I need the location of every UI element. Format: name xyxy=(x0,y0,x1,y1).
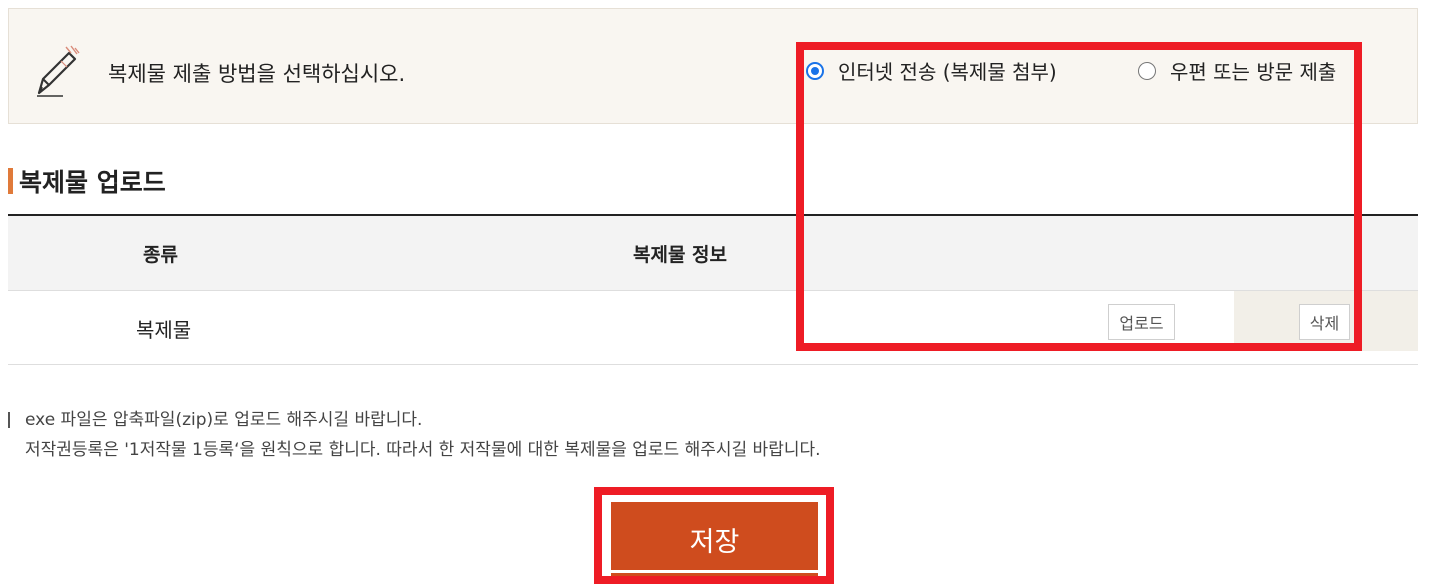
radio-mail-or-visit-label: 우편 또는 방문 제출 xyxy=(1170,60,1337,84)
radio-button-checked[interactable] xyxy=(806,61,824,80)
table-row: 복제물 업로드 삭제 xyxy=(8,291,1418,365)
note-marker xyxy=(8,412,10,428)
radio-internet-upload-label: 인터넷 전송 (복제물 첨부) xyxy=(838,60,1057,84)
radio-mail-or-visit[interactable]: 우편 또는 방문 제출 xyxy=(1138,56,1336,85)
section-title: 복제물 업로드 xyxy=(8,166,166,197)
delete-button[interactable]: 삭제 xyxy=(1299,304,1350,340)
submission-method-radio-group: 인터넷 전송 (복제물 첨부) 우편 또는 방문 제출 xyxy=(806,56,1366,85)
upload-table: 종류 복제물 정보 복제물 업로드 삭제 xyxy=(8,214,1418,365)
row-type-label: 복제물 xyxy=(136,317,192,342)
submission-method-prompt: 복제물 제출 방법을 선택하십시오. xyxy=(108,62,406,86)
radio-button-unchecked[interactable] xyxy=(1138,61,1156,80)
upload-button[interactable]: 업로드 xyxy=(1108,304,1175,340)
notes: exe 파일은 압축파일(zip)로 업로드 해주시길 바랍니다. 저작권등록은… xyxy=(8,405,821,465)
column-header-info: 복제물 정보 xyxy=(633,244,728,266)
section-title-accent-bar xyxy=(8,168,13,194)
pencil-icon xyxy=(37,45,80,97)
note-text-one-work: 저작권등록은 '1저작물 1등록‘을 원칙으로 합니다. 따라서 한 저작물에 … xyxy=(25,440,821,460)
table-header: 종류 복제물 정보 xyxy=(8,214,1418,291)
note-line: exe 파일은 압축파일(zip)로 업로드 해주시길 바랍니다. xyxy=(8,405,821,435)
note-text-zip: exe 파일은 압축파일(zip)로 업로드 해주시길 바랍니다. xyxy=(25,410,423,430)
section-title-text: 복제물 업로드 xyxy=(19,168,166,197)
radio-internet-upload[interactable]: 인터넷 전송 (복제물 첨부) xyxy=(806,56,1057,85)
save-button[interactable]: 저장 xyxy=(611,502,818,576)
column-header-type: 종류 xyxy=(143,244,178,266)
note-line: 저작권등록은 '1저작물 1등록‘을 원칙으로 합니다. 따라서 한 저작물에 … xyxy=(8,435,821,465)
